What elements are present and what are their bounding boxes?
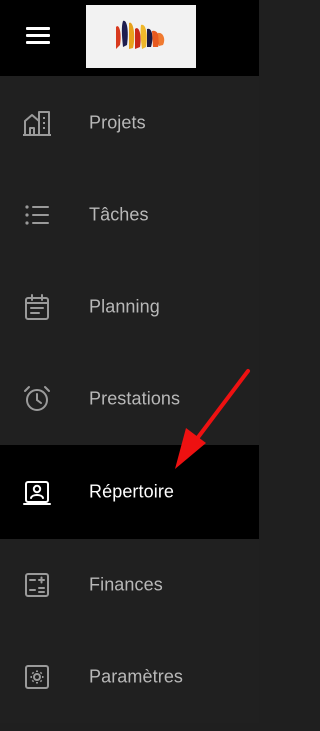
sidebar-item-label: Prestations	[89, 388, 181, 409]
top-bar	[0, 0, 259, 76]
sidebar-item-projets[interactable]: Projets	[0, 76, 259, 169]
app-sidebar: Projets Tâches Planning Prestations Répe…	[0, 0, 259, 731]
settings-icon	[22, 662, 52, 692]
hamburger-icon[interactable]	[26, 27, 50, 45]
sidebar-item-taches[interactable]: Tâches	[0, 169, 259, 261]
sidebar-item-repertoire[interactable]: Répertoire	[0, 445, 259, 539]
sidebar-item-parametres[interactable]: Paramètres	[0, 631, 259, 723]
sidebar-item-label: Paramètres	[89, 666, 184, 687]
sidebar-item-label: Répertoire	[89, 481, 175, 502]
building-icon	[22, 108, 52, 138]
calculator-icon	[22, 570, 52, 600]
sidebar-item-label: Planning	[89, 296, 160, 317]
sidebar-item-label: Projets	[89, 112, 146, 132]
calendar-icon	[22, 292, 52, 322]
alarm-clock-icon	[22, 384, 52, 414]
sidebar-nav: Projets Tâches Planning Prestations Répe…	[0, 76, 259, 723]
list-icon	[22, 200, 52, 230]
contact-card-icon	[22, 477, 52, 507]
sidebar-item-label: Tâches	[89, 204, 149, 225]
sidebar-item-prestations[interactable]: Prestations	[0, 353, 259, 445]
sidebar-item-planning[interactable]: Planning	[0, 261, 259, 353]
sidebar-item-label: Finances	[89, 574, 163, 595]
sidebar-item-finances[interactable]: Finances	[0, 539, 259, 631]
brand-logo	[86, 5, 196, 68]
